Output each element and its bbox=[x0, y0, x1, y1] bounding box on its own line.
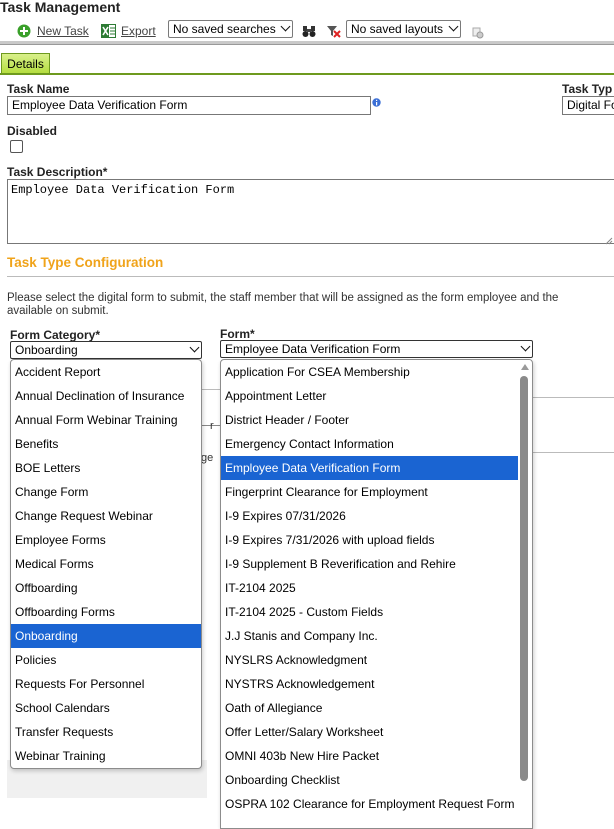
background-divider bbox=[533, 452, 614, 453]
form-select-value: Employee Data Verification Form bbox=[225, 342, 401, 356]
disabled-label: Disabled bbox=[7, 124, 58, 138]
disabled-checkbox[interactable] bbox=[10, 140, 23, 153]
form-option[interactable]: OMNI 403b New Hire Packet bbox=[221, 744, 518, 768]
export-button[interactable]: Export bbox=[101, 22, 156, 40]
layout-settings-icon[interactable] bbox=[472, 27, 484, 39]
form-option[interactable]: I-9 Supplement B Reverification and Rehi… bbox=[221, 552, 518, 576]
form-dropdown[interactable]: Application For CSEA Membership Appointme… bbox=[220, 359, 533, 829]
add-icon bbox=[17, 24, 31, 38]
config-instructions: Please select the digital form to submit… bbox=[7, 292, 614, 318]
form-option[interactable]: Onboarding Checklist bbox=[221, 768, 518, 792]
saved-layouts-select[interactable]: No saved layouts bbox=[346, 20, 461, 38]
new-task-label: New Task bbox=[37, 24, 89, 38]
task-name-label: Task Name bbox=[7, 82, 70, 96]
form-option[interactable]: I-9 Expires 7/31/2026 with upload fields bbox=[221, 528, 518, 552]
new-task-button[interactable]: New Task bbox=[17, 22, 89, 40]
form-category-option[interactable]: Annual Form Webinar Training bbox=[11, 408, 201, 432]
saved-layouts-value: No saved layouts bbox=[351, 22, 444, 36]
background-text-fragment: r bbox=[210, 420, 214, 432]
saved-searches-value: No saved searches bbox=[173, 22, 276, 36]
task-type-select[interactable]: Digital Fo bbox=[562, 96, 614, 115]
form-category-option[interactable]: Annual Declination of Insurance bbox=[11, 384, 201, 408]
form-category-option[interactable]: Transfer Requests bbox=[11, 720, 201, 744]
form-category-option[interactable]: Benefits bbox=[11, 432, 201, 456]
task-description-value: Employee Data Verification Form bbox=[11, 183, 235, 197]
clear-filter-icon[interactable] bbox=[326, 24, 341, 38]
form-option[interactable]: Oath of Allegiance bbox=[221, 696, 518, 720]
form-option[interactable]: IT-2104 2025 - Custom Fields bbox=[221, 600, 518, 624]
form-category-option[interactable]: Offboarding bbox=[11, 576, 201, 600]
chevron-down-icon bbox=[520, 341, 531, 352]
form-category-label: Form Category* bbox=[10, 328, 101, 342]
form-label: Form* bbox=[220, 327, 255, 341]
form-category-option[interactable]: School Calendars bbox=[11, 696, 201, 720]
form-option[interactable]: IT-2104 2025 bbox=[221, 576, 518, 600]
form-category-value: Onboarding bbox=[15, 343, 78, 357]
form-option[interactable]: NYSTRS Acknowledgement bbox=[221, 672, 518, 696]
form-option[interactable]: Application For CSEA Membership bbox=[221, 360, 518, 384]
task-type-config-heading: Task Type Configuration bbox=[7, 255, 164, 270]
form-option[interactable]: J.J Stanis and Company Inc. bbox=[221, 624, 518, 648]
form-category-select[interactable]: Onboarding bbox=[10, 341, 202, 359]
background-divider bbox=[533, 397, 614, 398]
tab-details[interactable]: Details bbox=[1, 53, 50, 74]
toolbar-divider bbox=[0, 41, 614, 45]
scrollbar-thumb[interactable] bbox=[520, 376, 528, 781]
form-dropdown-scrollbar[interactable] bbox=[519, 360, 531, 828]
tab-underline bbox=[0, 73, 614, 75]
form-category-option[interactable]: BOE Letters bbox=[11, 456, 201, 480]
form-category-option[interactable]: Employee Forms bbox=[11, 528, 201, 552]
form-category-option[interactable]: Change Form bbox=[11, 480, 201, 504]
form-option[interactable]: NYSLRS Acknowledgment bbox=[221, 648, 518, 672]
form-category-option[interactable]: Webinar Training bbox=[11, 744, 201, 768]
form-option[interactable]: Offer Letter/Salary Worksheet bbox=[221, 720, 518, 744]
scroll-up-icon[interactable] bbox=[521, 364, 529, 370]
saved-searches-select[interactable]: No saved searches bbox=[168, 20, 293, 38]
excel-icon bbox=[101, 24, 116, 38]
page-title: Task Management bbox=[0, 0, 121, 15]
form-category-option[interactable]: Offboarding Forms bbox=[11, 600, 201, 624]
form-select[interactable]: Employee Data Verification Form bbox=[220, 340, 533, 358]
form-option[interactable]: Appointment Letter bbox=[221, 384, 518, 408]
form-option[interactable]: Emergency Contact Information bbox=[221, 432, 518, 456]
form-option[interactable]: OSPRA 102 Clearance for Employment Reque… bbox=[221, 792, 518, 816]
form-category-option[interactable]: Onboarding bbox=[11, 624, 201, 648]
form-category-option[interactable]: Accident Report bbox=[11, 360, 201, 384]
background-divider bbox=[202, 389, 220, 390]
background-text-fragment: ge bbox=[201, 452, 214, 464]
section-divider bbox=[7, 276, 614, 277]
config-instructions-line-2: available on submit. bbox=[7, 305, 109, 317]
task-type-label: Task Typ bbox=[562, 82, 613, 96]
task-description-textarea[interactable]: Employee Data Verification Form bbox=[7, 179, 614, 244]
chevron-down-icon bbox=[280, 21, 291, 32]
config-instructions-line-1: Please select the digital form to submit… bbox=[7, 292, 559, 304]
form-category-option[interactable]: Change Request Webinar bbox=[11, 504, 201, 528]
form-option[interactable]: Fingerprint Clearance for Employment bbox=[221, 480, 518, 504]
binoculars-icon[interactable] bbox=[302, 24, 316, 38]
form-category-option[interactable]: Policies bbox=[11, 648, 201, 672]
chevron-down-icon bbox=[448, 21, 459, 32]
form-category-options: Accident Report Annual Declination of Ins… bbox=[11, 360, 201, 768]
chevron-down-icon bbox=[189, 342, 200, 353]
task-name-input[interactable]: Employee Data Verification Form bbox=[7, 96, 371, 115]
form-options: Application For CSEA Membership Appointme… bbox=[221, 360, 518, 816]
form-category-option[interactable]: Medical Forms bbox=[11, 552, 201, 576]
form-category-option[interactable]: Requests For Personnel bbox=[11, 672, 201, 696]
form-option[interactable]: I-9 Expires 07/31/2026 bbox=[221, 504, 518, 528]
export-label: Export bbox=[121, 24, 156, 38]
form-option[interactable]: Employee Data Verification Form bbox=[221, 456, 518, 480]
resize-handle-icon[interactable] bbox=[604, 234, 613, 245]
info-icon[interactable] bbox=[372, 96, 381, 107]
form-category-dropdown[interactable]: Accident Report Annual Declination of Ins… bbox=[10, 359, 202, 769]
task-description-label: Task Description* bbox=[7, 165, 108, 179]
form-option[interactable]: District Header / Footer bbox=[221, 408, 518, 432]
